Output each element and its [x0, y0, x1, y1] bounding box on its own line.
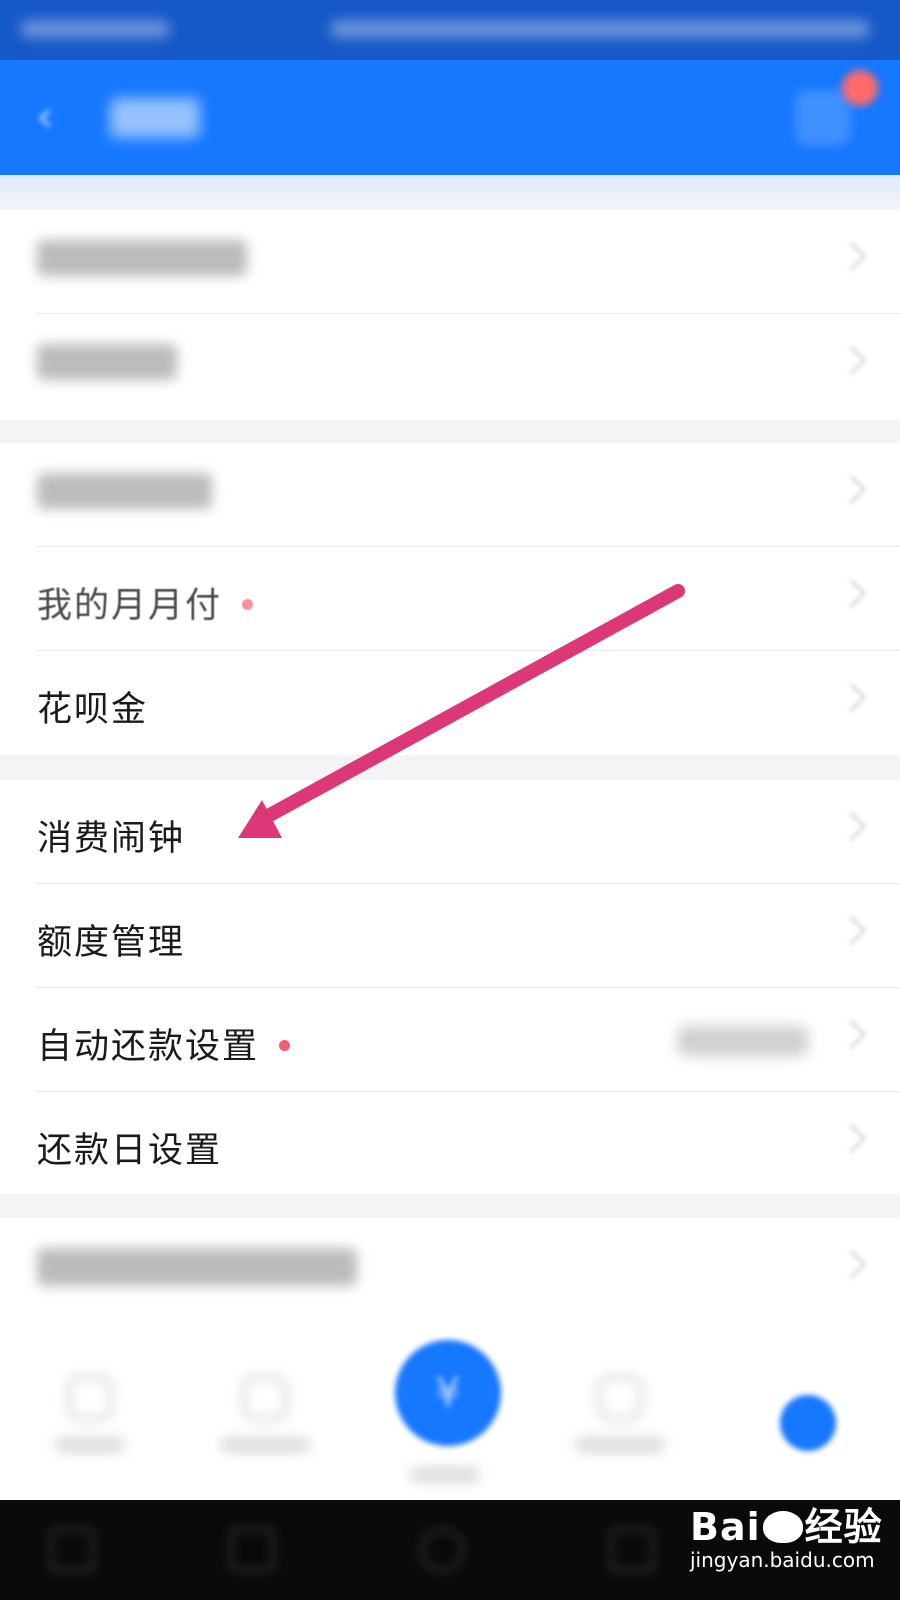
tab-me-icon[interactable] — [780, 1395, 836, 1451]
watermark-brand: Bai 经验 — [690, 1496, 883, 1551]
new-badge-dot — [279, 1039, 291, 1051]
menu-item-spending-alarm[interactable]: 消费闹钟 — [0, 780, 900, 884]
tab-icon — [242, 1375, 288, 1421]
nav-menu-icon[interactable] — [50, 1528, 94, 1572]
center-action-button[interactable]: ¥ — [395, 1340, 501, 1446]
chevron-right-icon — [836, 811, 867, 842]
carrier-text-blurred — [20, 20, 170, 38]
chevron-right-icon — [836, 1019, 867, 1050]
menu-item-repay-day[interactable]: 还款日设置 — [0, 1092, 900, 1196]
tab-caption-blurred — [575, 1437, 665, 1453]
tab-2[interactable] — [220, 1375, 310, 1465]
menu-item-label: 花呗金 — [37, 690, 149, 730]
menu-item-label: 额度管理 — [37, 923, 186, 963]
tab-caption-blurred — [220, 1437, 310, 1453]
page-title-blurred — [110, 98, 200, 138]
tab-home[interactable] — [55, 1375, 125, 1465]
status-bar — [0, 0, 900, 60]
watermark-brand-b: 经验 — [804, 1505, 883, 1549]
menu-item-credit-limit[interactable]: 额度管理 — [0, 884, 900, 988]
status-icons-blurred — [330, 20, 870, 38]
menu-item-label-blurred — [37, 1248, 357, 1286]
chevron-right-icon — [836, 1249, 867, 1280]
nav-back-icon[interactable] — [230, 1528, 274, 1572]
baidu-paw-icon — [762, 1510, 803, 1543]
menu-group-3: 消费闹钟 额度管理 自动还款设置 还款日设置 — [0, 780, 900, 1194]
app-header: ‹ — [0, 60, 900, 175]
chevron-right-icon — [836, 578, 867, 609]
home-icon — [67, 1375, 113, 1421]
baidu-jingyan-watermark: Bai 经验 jingyan.baidu.com — [690, 1486, 890, 1586]
menu-item-label-text: 自动还款设置 — [37, 1027, 260, 1067]
menu-item-auto-repay[interactable]: 自动还款设置 — [0, 988, 900, 1092]
tab-icon — [597, 1375, 643, 1421]
message-icon[interactable] — [795, 90, 851, 146]
new-badge-dot — [242, 598, 254, 610]
menu-item-label: 还款日设置 — [37, 1131, 223, 1171]
menu-item-monthly-pay[interactable]: 我的月月付 — [0, 547, 900, 651]
notification-badge — [842, 70, 878, 106]
tab-caption-blurred — [55, 1437, 125, 1453]
menu-group-1 — [0, 210, 900, 420]
back-icon[interactable]: ‹ — [36, 94, 76, 140]
menu-item-blurred-3[interactable] — [0, 443, 900, 547]
chevron-right-icon — [836, 241, 867, 272]
menu-group-4 — [0, 1218, 900, 1330]
chevron-right-icon — [836, 915, 867, 946]
nav-home-icon[interactable] — [420, 1528, 464, 1572]
menu-item-label: 我的月月付 — [37, 577, 254, 628]
chevron-right-icon — [836, 474, 867, 505]
menu-item-label-blurred — [37, 240, 247, 276]
yen-icon: ¥ — [435, 1370, 461, 1416]
watermark-brand-a: Bai — [690, 1505, 761, 1549]
menu-item-blurred-1[interactable] — [0, 210, 900, 314]
menu-item-label: 消费闹钟 — [37, 819, 186, 859]
watermark-url: jingyan.baidu.com — [690, 1548, 875, 1572]
header-shadow — [0, 175, 900, 211]
tab-4[interactable] — [575, 1375, 665, 1465]
menu-item-blurred-4[interactable] — [0, 1218, 900, 1322]
nav-recent-icon[interactable] — [610, 1528, 654, 1572]
tab-caption-blurred — [410, 1467, 480, 1483]
menu-item-label: 自动还款设置 — [37, 1018, 291, 1069]
menu-item-label-blurred — [37, 473, 212, 509]
menu-group-2: 我的月月付 花呗金 — [0, 443, 900, 755]
chevron-right-icon — [836, 682, 867, 713]
menu-item-blurred-2[interactable] — [0, 314, 900, 418]
chevron-right-icon — [836, 1123, 867, 1154]
chevron-right-icon — [836, 345, 867, 376]
menu-item-huabei-gold[interactable]: 花呗金 — [0, 651, 900, 755]
menu-item-label-blurred — [37, 344, 177, 380]
menu-item-label-text: 我的月月付 — [37, 586, 223, 626]
menu-item-value-blurred — [678, 1026, 808, 1056]
